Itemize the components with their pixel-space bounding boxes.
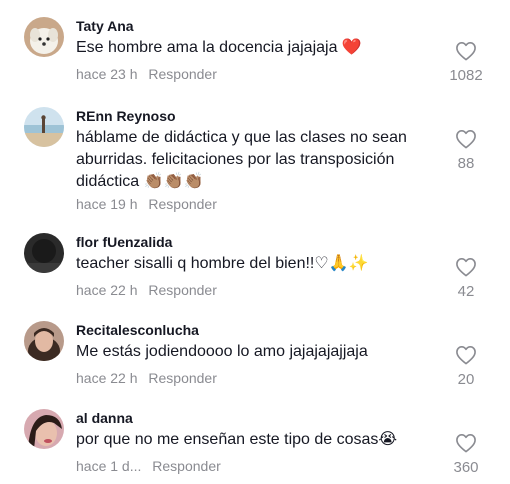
like-button[interactable]: 360	[436, 433, 496, 477]
like-button[interactable]: 1082	[436, 41, 496, 85]
comment-text: Me estás jodiendoooo lo amo jajajajajjaj…	[76, 343, 368, 360]
heart-outline-icon	[456, 434, 476, 453]
comment-text: háblame de didáctica y que las clases no…	[76, 129, 407, 190]
comment-meta: hace 22 h Responder	[76, 281, 217, 299]
comment-username[interactable]: REnn Reynoso	[76, 107, 176, 125]
heart-outline-icon	[456, 130, 476, 149]
like-count: 360	[453, 459, 479, 476]
heart-outline-icon	[456, 258, 476, 277]
comment-username[interactable]: Recitalesconlucha	[76, 321, 199, 339]
comment-meta: hace 23 h Responder	[76, 65, 217, 83]
heart-outline-icon	[456, 42, 476, 61]
comment-text: teacher sisalli q hombre del bien!!♡🙏✨	[76, 255, 369, 272]
comment-text: Ese hombre ama la docencia jajajaja ❤️	[76, 39, 362, 56]
comment-meta: hace 19 h Responder	[76, 195, 217, 213]
avatar[interactable]	[24, 107, 64, 147]
reply-button[interactable]: Responder	[148, 66, 217, 82]
reply-button[interactable]: Responder	[148, 282, 217, 298]
comment-time: hace 23 h	[76, 66, 138, 82]
avatar[interactable]	[24, 17, 64, 57]
avatar[interactable]	[24, 233, 64, 273]
avatar[interactable]	[24, 321, 64, 361]
comment-meta: hace 22 h Responder	[76, 369, 217, 387]
avatar[interactable]	[24, 409, 64, 449]
white-dog-avatar-icon	[24, 17, 64, 57]
comment-time: hace 1 d...	[76, 458, 142, 474]
like-count: 1082	[449, 67, 483, 84]
like-button[interactable]: 42	[436, 257, 496, 301]
like-button[interactable]: 20	[436, 345, 496, 389]
dark-photo-avatar-icon	[24, 233, 64, 273]
comment-username[interactable]: Taty Ana	[76, 17, 134, 35]
like-count: 20	[457, 371, 475, 388]
woman-avatar-icon	[24, 321, 64, 361]
like-count: 88	[457, 155, 475, 172]
heart-outline-icon	[456, 346, 476, 365]
reply-button[interactable]: Responder	[152, 458, 221, 474]
comment-time: hace 22 h	[76, 370, 138, 386]
comment-meta: hace 1 d... Responder	[76, 457, 221, 475]
woman-selfie-avatar-icon	[24, 409, 64, 449]
comment-username[interactable]: flor fUenzalida	[76, 233, 172, 251]
like-count: 42	[457, 283, 475, 300]
reply-button[interactable]: Responder	[148, 196, 217, 212]
beach-avatar-icon	[24, 107, 64, 147]
reply-button[interactable]: Responder	[148, 370, 217, 386]
comment-username[interactable]: al danna	[76, 409, 133, 427]
like-button[interactable]: 88	[436, 129, 496, 173]
comment-time: hace 22 h	[76, 282, 138, 298]
comment-text: por que no me enseñan este tipo de cosas…	[76, 431, 398, 448]
comment-time: hace 19 h	[76, 196, 138, 212]
